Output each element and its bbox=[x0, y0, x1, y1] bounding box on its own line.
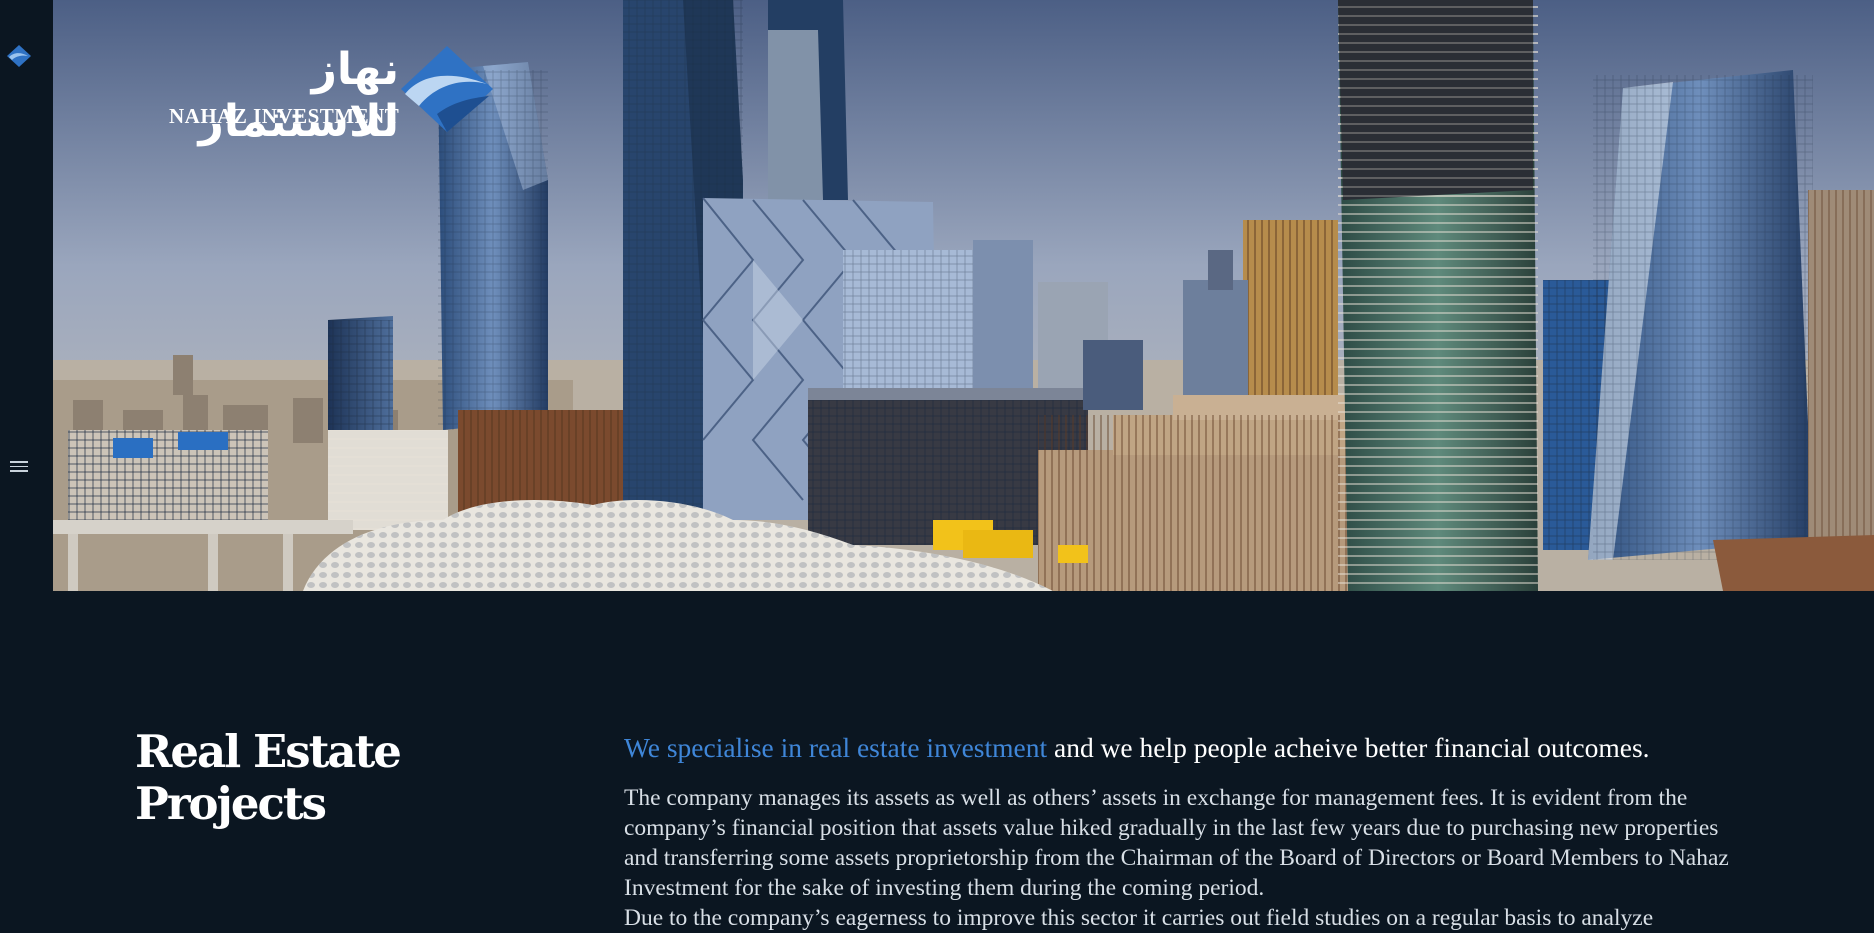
brand-name-english: NAHAZ INVESTMENT bbox=[169, 104, 400, 128]
brand-name-arabic: نهاز للاستثمار bbox=[198, 44, 399, 147]
real-estate-section: Real Estate Projects We specialise in re… bbox=[0, 591, 1874, 933]
body-paragraph: The company manages its assets as well a… bbox=[624, 785, 1729, 901]
hamburger-menu-icon[interactable] bbox=[10, 458, 32, 476]
brand-logo[interactable]: نهاز للاستثمار NAHAZ INVESTMENT bbox=[169, 44, 499, 147]
rail-logo-icon[interactable] bbox=[6, 44, 32, 68]
lead-highlight: We specialise in real estate investment bbox=[624, 732, 1048, 763]
body-paragraph: Due to the company’s eagerness to improv… bbox=[624, 905, 1654, 931]
section-body: The company manages its assets as well a… bbox=[624, 783, 1744, 933]
section-title: Real Estate Projects bbox=[135, 725, 402, 830]
hero-skyline-image: نهاز للاستثمار NAHAZ INVESTMENT bbox=[53, 0, 1874, 591]
section-lead: We specialise in real estate investment … bbox=[624, 731, 1864, 765]
lead-rest: and we help people acheive better financ… bbox=[1047, 732, 1650, 763]
diamond-wave-logo-icon bbox=[401, 46, 493, 132]
